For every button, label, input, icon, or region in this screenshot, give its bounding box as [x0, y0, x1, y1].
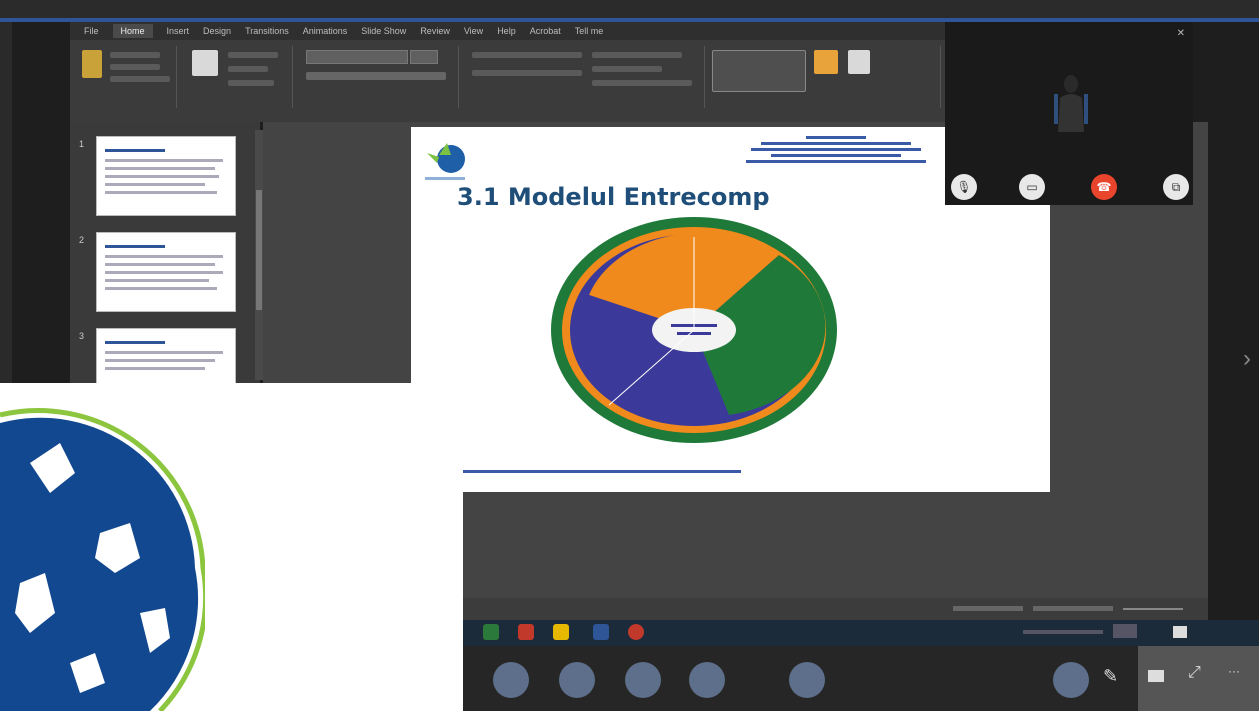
slide-thumbnail[interactable]: 2 [79, 232, 236, 312]
notes-comments-buttons[interactable] [953, 606, 1023, 611]
participant-video [1054, 75, 1088, 132]
ribbon-tab-tell-me[interactable]: Tell me [575, 26, 604, 36]
ribbon-tab-view[interactable]: View [464, 26, 483, 36]
ribbon-tabs: File Home Insert Design Transitions Animation… [70, 22, 945, 40]
notification-icon[interactable] [1173, 626, 1187, 638]
thumbnail-number: 3 [79, 331, 85, 341]
ribbon-tab-home[interactable]: Home [112, 24, 153, 38]
window-title-bar [0, 0, 1259, 20]
ribbon-body [70, 40, 945, 122]
globe-logo [0, 408, 205, 711]
screen-icon[interactable] [1148, 670, 1164, 682]
chevron-right-icon[interactable]: › [1243, 345, 1251, 373]
layout-button[interactable] [228, 52, 278, 58]
paragraph-group [464, 46, 705, 108]
ribbon-tab-slide-show[interactable]: Slide Show [361, 26, 406, 36]
ribbon-tab-transitions[interactable]: Transitions [245, 26, 289, 36]
font-size-select[interactable] [410, 50, 438, 64]
new-slide-button[interactable] [192, 50, 218, 76]
format-painter-button[interactable] [110, 76, 170, 82]
section-button[interactable] [228, 80, 274, 86]
paste-button[interactable] [82, 50, 102, 78]
ribbon-tab-animations[interactable]: Animations [303, 26, 348, 36]
text-direction-button[interactable] [592, 52, 682, 58]
drawing-group [710, 46, 941, 108]
shapes-gallery[interactable] [712, 50, 806, 92]
taskbar-app-icon[interactable] [553, 624, 569, 640]
ribbon-tab-review[interactable]: Review [420, 26, 450, 36]
pen-icon[interactable]: ✎ [1103, 666, 1118, 687]
align-buttons[interactable] [472, 70, 582, 76]
smartart-button[interactable] [592, 80, 692, 86]
expand-icon[interactable]: ⤢ [1188, 664, 1201, 682]
slide-thumbnail[interactable]: 1 [79, 136, 236, 216]
share-icon[interactable]: ⧉ [1163, 174, 1189, 200]
font-group [298, 46, 459, 108]
cut-button[interactable] [110, 52, 160, 58]
video-call-panel: ✕ 🎙 ▭ ☎ ⧉ [945, 22, 1193, 205]
taskbar-app-icon[interactable] [518, 624, 534, 640]
view-buttons[interactable] [1033, 606, 1113, 611]
quick-styles-button[interactable] [848, 50, 870, 74]
ribbon-tab-help[interactable]: Help [497, 26, 516, 36]
more-icon[interactable]: ··· [1228, 664, 1240, 678]
taskbar-app-icon[interactable] [483, 624, 499, 640]
slide-thumbnails-pane: 1 2 3 [70, 122, 260, 386]
self-video-tile: ⤢ ··· [1138, 646, 1259, 711]
thumbnail-number: 2 [79, 235, 85, 245]
reset-button[interactable] [228, 66, 268, 72]
slide-footer-link [461, 470, 741, 473]
ribbon-tab-insert[interactable]: Insert [167, 26, 190, 36]
participant-avatar[interactable] [689, 662, 725, 698]
thumbnail-number: 1 [79, 139, 85, 149]
ribbon-tab-design[interactable]: Design [203, 26, 231, 36]
clipboard-group [76, 46, 177, 108]
windows-taskbar [463, 620, 1259, 646]
left-edge-bar [0, 22, 12, 383]
mic-icon[interactable]: 🎙 [951, 174, 977, 200]
copy-button[interactable] [110, 64, 160, 70]
ppt-status-bar [463, 598, 1208, 620]
thumbnails-scrollbar[interactable] [255, 130, 263, 380]
ribbon-tab-acrobat[interactable]: Acrobat [530, 26, 561, 36]
camera-icon[interactable]: ▭ [1019, 174, 1045, 200]
participant-avatar[interactable] [493, 662, 529, 698]
entrecomp-wheel-diagram [551, 217, 837, 443]
participant-avatar[interactable] [559, 662, 595, 698]
system-tray[interactable] [1023, 630, 1103, 634]
arrange-button[interactable] [814, 50, 838, 74]
participant-avatar[interactable] [789, 662, 825, 698]
list-buttons[interactable] [472, 52, 582, 58]
participant-avatar[interactable] [625, 662, 661, 698]
clock[interactable] [1113, 624, 1137, 638]
participant-avatar[interactable] [1053, 662, 1089, 698]
ribbon-tab-file[interactable]: File [84, 26, 99, 36]
taskbar-app-icon[interactable] [593, 624, 609, 640]
slide-title: 3.1 Modelul Entrecomp [457, 183, 770, 211]
align-text-button[interactable] [592, 66, 662, 72]
taskbar-app-icon[interactable] [628, 624, 644, 640]
slide-thumbnail[interactable]: 3 [79, 328, 236, 386]
slides-group [182, 46, 293, 108]
font-format-buttons[interactable] [306, 72, 446, 80]
slide-logo [425, 143, 465, 180]
zoom-slider[interactable] [1123, 608, 1183, 610]
font-name-select[interactable] [306, 50, 408, 64]
more-options-icon[interactable]: ✕ [1177, 28, 1185, 39]
end-call-icon[interactable]: ☎ [1091, 174, 1117, 200]
ppt-ribbon: File Home Insert Design Transitions Animation… [70, 22, 945, 122]
